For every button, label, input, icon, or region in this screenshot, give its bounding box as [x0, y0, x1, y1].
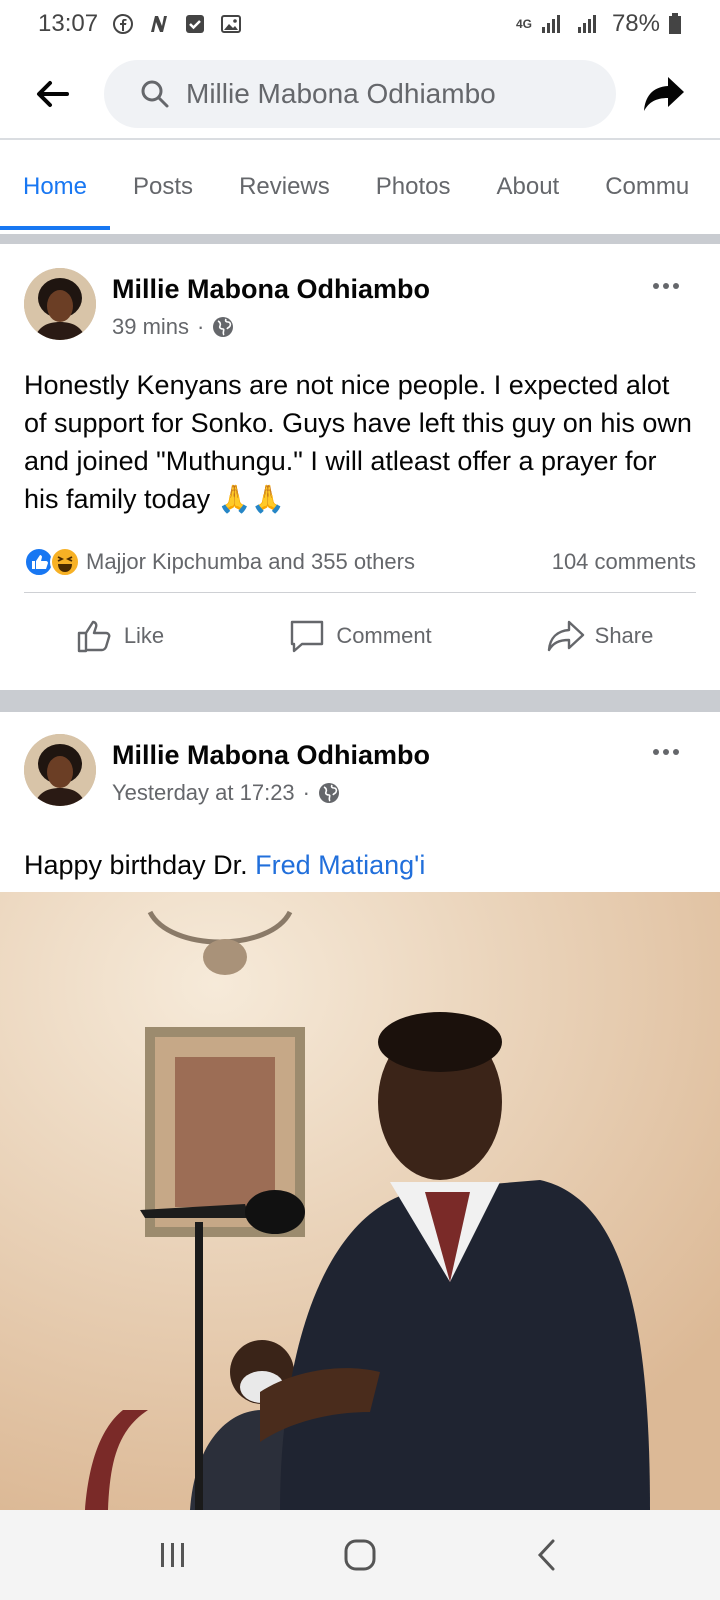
reactions-text[interactable]: Majjor Kipchumba and 355 others: [86, 549, 415, 575]
globe-icon: [319, 783, 339, 803]
signal-icon-2: [577, 15, 596, 33]
post-author[interactable]: Millie Mabona Odhiambo: [112, 274, 430, 305]
section-divider: [0, 690, 720, 712]
back-arrow-icon: [37, 81, 69, 107]
battery-icon: [669, 13, 681, 34]
search-query: Millie Mabona Odhiambo: [186, 78, 496, 109]
search-icon: [141, 80, 169, 108]
facebook-notification-icon: [113, 14, 134, 34]
post-meta: Yesterday at 17:23 ·: [112, 780, 340, 806]
checkbox-notification-icon: [186, 15, 205, 33]
page-tabs: Home Posts Reviews Photos About Commu: [0, 142, 720, 232]
reaction-icons[interactable]: [24, 547, 80, 577]
share-arrow-icon: [644, 77, 684, 111]
post-body: Honestly Kenyans are not nice people. I …: [24, 370, 692, 514]
share-button[interactable]: Share: [480, 618, 720, 654]
comment-icon: [291, 620, 324, 653]
more-icon-dot: [663, 749, 669, 755]
more-icon-dot: [663, 283, 669, 289]
post-options-button[interactable]: [646, 274, 686, 298]
like-label: Like: [123, 623, 165, 648]
recent-apps-button[interactable]: [143, 1525, 203, 1585]
news-notification-icon: [151, 16, 168, 32]
home-icon: [344, 1539, 376, 1571]
status-bar: 13:07 4G 78%: [0, 0, 720, 48]
post-actions: Like Comment Share: [0, 593, 720, 679]
speaker-photo: [0, 892, 720, 1510]
post-time[interactable]: Yesterday at 17:23: [112, 780, 295, 806]
tab-reviews[interactable]: Reviews: [216, 142, 353, 232]
comment-button[interactable]: Comment: [240, 618, 480, 654]
post-body: Happy birthday Dr. Fred Matiang'i: [0, 846, 720, 884]
more-icon-dot: [673, 283, 679, 289]
more-icon-dot: [673, 749, 679, 755]
reactions-summary: Majjor Kipchumba and 355 others 104 comm…: [0, 532, 720, 592]
status-time: 13:07: [38, 10, 99, 37]
tab-about[interactable]: About: [473, 142, 582, 232]
avatar[interactable]: [24, 734, 96, 806]
system-nav-bar: [0, 1510, 720, 1600]
like-icon: [77, 620, 111, 653]
more-icon: [653, 749, 659, 755]
tab-photos[interactable]: Photos: [353, 142, 474, 232]
avatar[interactable]: [24, 268, 96, 340]
battery-level: 78%: [611, 10, 660, 37]
home-button[interactable]: [330, 1525, 390, 1585]
profile-photo: [24, 268, 96, 340]
search-input[interactable]: Millie Mabona Odhiambo: [104, 60, 616, 128]
search-header: Millie Mabona Odhiambo: [0, 50, 720, 140]
share-icon: [547, 620, 584, 652]
post-time[interactable]: 39 mins: [112, 314, 189, 340]
like-button[interactable]: Like: [0, 618, 240, 654]
tab-posts[interactable]: Posts: [110, 142, 216, 232]
more-icon: [653, 283, 659, 289]
comments-count[interactable]: 104 comments: [552, 549, 696, 575]
section-divider: [0, 234, 720, 244]
post-options-button[interactable]: [646, 740, 686, 764]
profile-photo: [24, 734, 96, 806]
tab-community[interactable]: Commu: [582, 142, 712, 232]
network-label: 4G: [515, 17, 532, 31]
post-card: Millie Mabona Odhiambo 39 mins · Honestl…: [0, 268, 720, 679]
back-icon: [537, 1539, 555, 1571]
meta-dot: ·: [302, 780, 310, 805]
recent-apps-icon: [161, 1543, 185, 1567]
mention-link[interactable]: Fred Matiang'i: [255, 850, 425, 880]
meta-dot: ·: [197, 314, 205, 339]
haha-reaction-icon: [50, 547, 80, 577]
post-text: Happy birthday Dr.: [24, 850, 256, 880]
post-card: Millie Mabona Odhiambo Yesterday at 17:2…: [0, 734, 720, 884]
comment-label: Comment: [336, 623, 432, 648]
share-label: Share: [594, 623, 654, 648]
tab-home[interactable]: Home: [0, 142, 111, 232]
post-photo[interactable]: [0, 892, 720, 1510]
share-page-button[interactable]: [632, 62, 696, 126]
system-back-button[interactable]: [517, 1525, 577, 1585]
gallery-notification-icon: [221, 15, 242, 33]
post-meta: 39 mins ·: [112, 314, 234, 340]
back-button[interactable]: [20, 62, 84, 126]
globe-icon: [213, 317, 234, 337]
signal-icon: [541, 15, 560, 33]
post-author[interactable]: Millie Mabona Odhiambo: [112, 740, 430, 771]
